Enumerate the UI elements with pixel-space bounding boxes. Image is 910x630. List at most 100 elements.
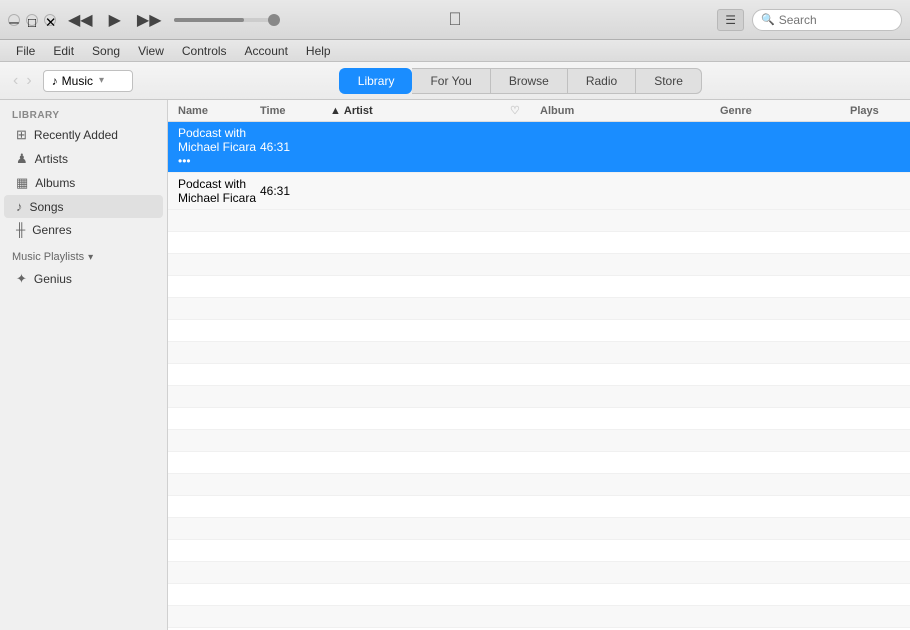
menu-bar: File Edit Song View Controls Account Hel… <box>0 40 910 62</box>
menu-controls[interactable]: Controls <box>174 42 235 60</box>
sidebar-item-genius-label: Genius <box>34 272 72 286</box>
sidebar-item-genius[interactable]: ✦ Genius <box>4 267 163 291</box>
sidebar-item-artists[interactable]: ♟ Artists <box>4 147 163 171</box>
sidebar-item-genres[interactable]: ╫ Genres <box>4 218 163 241</box>
search-icon: 🔍 <box>761 13 775 26</box>
tab-store[interactable]: Store <box>636 68 702 94</box>
sidebar-item-artists-label: Artists <box>35 152 68 166</box>
playlists-section-label[interactable]: Music Playlists ▾ <box>0 247 167 267</box>
content-area: Name Time ▲ Artist ♡ Album Genre Plays P… <box>168 100 910 630</box>
col-time-header[interactable]: Time <box>260 104 330 117</box>
row-time: 46:31 <box>260 140 330 154</box>
col-album-header[interactable]: Album <box>540 104 720 117</box>
library-section-label: Library <box>0 106 167 123</box>
genius-icon: ✦ <box>16 271 27 287</box>
window-controls: ─ □ ✕ <box>8 14 56 26</box>
table-row-empty[interactable] <box>168 342 910 364</box>
menu-file[interactable]: File <box>8 42 43 60</box>
artist-sort-icon: ▲ <box>330 105 341 117</box>
table-row-empty[interactable] <box>168 320 910 342</box>
search-input[interactable] <box>779 13 889 27</box>
forward-button[interactable]: › <box>23 70 34 92</box>
table-row-empty[interactable] <box>168 562 910 584</box>
tab-radio[interactable]: Radio <box>568 68 636 94</box>
title-bar: ─ □ ✕ ◀◀ ▶ ▶▶  ☰ 🔍 <box>0 0 910 40</box>
table-row[interactable]: Podcast with Michael Ficara 46:31 <box>168 173 910 210</box>
menu-help[interactable]: Help <box>298 42 339 60</box>
close-button[interactable]: ✕ <box>44 14 56 26</box>
col-heart-header[interactable]: ♡ <box>510 104 540 117</box>
table-row-empty[interactable] <box>168 210 910 232</box>
menu-icon-button[interactable]: ☰ <box>717 9 744 31</box>
sidebar-item-genres-label: Genres <box>32 223 71 237</box>
progress-bar[interactable] <box>174 18 274 22</box>
sidebar-item-recently-added[interactable]: ⊞ Recently Added <box>4 123 163 147</box>
sidebar: Library ⊞ Recently Added ♟ Artists ▦ Alb… <box>0 100 168 630</box>
sidebar-item-recently-added-label: Recently Added <box>34 128 118 142</box>
table-row[interactable]: Podcast with Michael Ficara ••• 46:31 <box>168 122 910 173</box>
maximize-button[interactable]: □ <box>26 14 38 26</box>
tab-library[interactable]: Library <box>339 68 413 94</box>
genres-icon: ╫ <box>16 222 25 237</box>
sidebar-item-songs[interactable]: ♪ Songs <box>4 195 163 218</box>
col-artist-header[interactable]: ▲ Artist <box>330 104 510 117</box>
menu-song[interactable]: Song <box>84 42 128 60</box>
table-row-empty[interactable] <box>168 452 910 474</box>
table-row-empty[interactable] <box>168 408 910 430</box>
row-name: Podcast with Michael Ficara ••• <box>178 126 260 168</box>
table-row-empty[interactable] <box>168 430 910 452</box>
table-row-empty[interactable] <box>168 474 910 496</box>
progress-bar-fill <box>174 18 244 22</box>
transport-controls: ◀◀ ▶ ▶▶ <box>64 8 166 32</box>
menu-view[interactable]: View <box>130 42 172 60</box>
table-row-empty[interactable] <box>168 232 910 254</box>
nav-arrows: ‹ › <box>10 70 35 92</box>
minimize-button[interactable]: ─ <box>8 14 20 26</box>
table-row-empty[interactable] <box>168 518 910 540</box>
songs-icon: ♪ <box>16 199 23 214</box>
col-genre-header[interactable]: Genre <box>720 104 850 117</box>
table-row-empty[interactable] <box>168 298 910 320</box>
sidebar-item-albums-label: Albums <box>35 176 75 190</box>
search-box[interactable]: 🔍 <box>752 9 902 31</box>
play-button[interactable]: ▶ <box>105 8 125 32</box>
table-row-empty[interactable] <box>168 254 910 276</box>
nav-bar: ‹ › ♪ Music ▾ Library For You Browse Rad… <box>0 62 910 100</box>
table-row-empty[interactable] <box>168 276 910 298</box>
playlists-chevron-icon: ▾ <box>88 252 93 263</box>
location-label: Music <box>62 74 93 88</box>
main-content: Library ⊞ Recently Added ♟ Artists ▦ Alb… <box>0 100 910 630</box>
table-row-empty[interactable] <box>168 386 910 408</box>
nav-tab-group: Library For You Browse Radio Store <box>339 68 702 94</box>
col-plays-header[interactable]: Plays <box>850 104 900 117</box>
table-row-empty[interactable] <box>168 540 910 562</box>
albums-icon: ▦ <box>16 175 28 191</box>
rewind-button[interactable]: ◀◀ <box>64 8 97 32</box>
menu-edit[interactable]: Edit <box>45 42 82 60</box>
tab-browse[interactable]: Browse <box>491 68 568 94</box>
table-row-empty[interactable] <box>168 584 910 606</box>
recently-added-icon: ⊞ <box>16 127 27 143</box>
sidebar-item-songs-label: Songs <box>30 200 64 214</box>
apple-logo:  <box>448 9 462 30</box>
menu-account[interactable]: Account <box>237 42 296 60</box>
table-row-empty[interactable] <box>168 364 910 386</box>
progress-bar-container[interactable] <box>174 18 274 22</box>
table-row-empty[interactable] <box>168 496 910 518</box>
tab-for-you[interactable]: For You <box>412 68 490 94</box>
sidebar-item-albums[interactable]: ▦ Albums <box>4 171 163 195</box>
row-time: 46:31 <box>260 184 330 198</box>
table-row-empty[interactable] <box>168 606 910 628</box>
fastforward-button[interactable]: ▶▶ <box>133 8 166 32</box>
progress-handle[interactable] <box>268 14 280 26</box>
col-name-header[interactable]: Name <box>178 104 260 117</box>
row-name: Podcast with Michael Ficara <box>178 177 260 205</box>
title-bar-right: ☰ 🔍 <box>717 9 902 31</box>
table-header: Name Time ▲ Artist ♡ Album Genre Plays <box>168 100 910 122</box>
location-icon: ♪ <box>52 74 58 88</box>
artists-icon: ♟ <box>16 151 28 167</box>
empty-rows <box>168 210 910 630</box>
playlists-label-text: Music Playlists <box>12 251 84 263</box>
location-box[interactable]: ♪ Music ▾ <box>43 70 133 92</box>
back-button[interactable]: ‹ <box>10 70 21 92</box>
